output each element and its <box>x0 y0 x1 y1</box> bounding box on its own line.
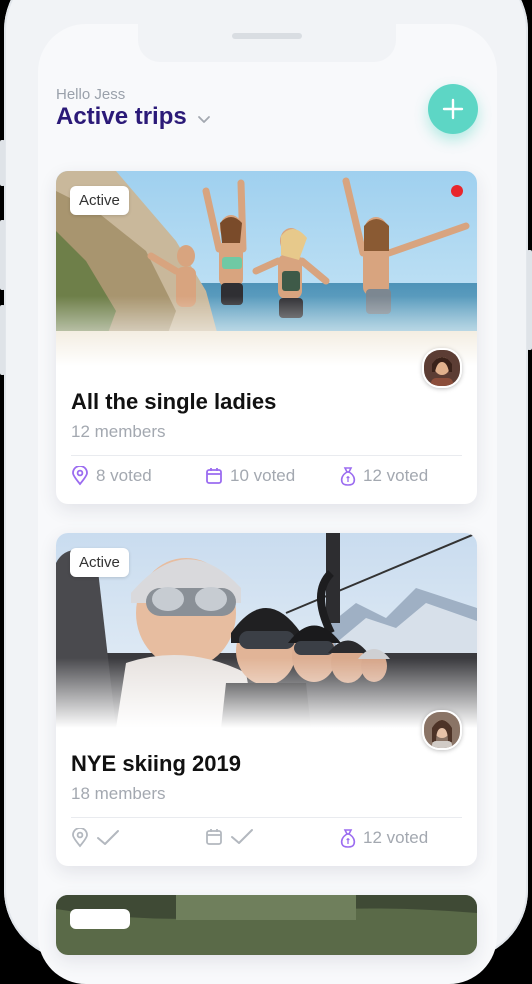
notification-dot <box>451 185 463 197</box>
divider <box>71 455 462 456</box>
checkmark-icon <box>231 829 253 844</box>
trip-members-count: 18 members <box>71 784 166 803</box>
money-bag-icon <box>340 829 356 848</box>
location-pin-icon <box>72 466 88 486</box>
calendar-icon <box>206 829 222 845</box>
phone-notch <box>138 24 396 62</box>
greeting-text: Hello Jess <box>56 86 126 103</box>
status-badge <box>70 909 130 929</box>
divider <box>71 817 462 818</box>
trip-title: All the single ladies <box>71 389 277 414</box>
location-vote-stat[interactable]: 8 voted <box>71 466 152 486</box>
trip-members-count: 12 members <box>71 422 166 441</box>
avatar[interactable] <box>422 348 462 388</box>
chevron-down-icon[interactable] <box>195 110 213 128</box>
date-vote-label: 10 voted <box>230 466 296 485</box>
phone-side-button <box>527 250 532 350</box>
trip-filter-title[interactable]: Active trips <box>56 103 187 131</box>
avatar[interactable] <box>422 710 462 750</box>
plus-icon <box>442 98 464 120</box>
checkmark-icon <box>97 830 119 845</box>
trip-card[interactable]: Active NYE skiing 2019 18 members 12 vot… <box>56 533 477 866</box>
calendar-icon <box>206 468 222 484</box>
trip-title: NYE skiing 2019 <box>71 751 241 776</box>
phone-side-button <box>0 305 5 375</box>
phone-side-button <box>0 220 5 290</box>
location-pin-icon <box>72 828 88 848</box>
phone-side-button <box>0 140 5 186</box>
phone-speaker <box>232 33 302 39</box>
photo-fade <box>56 296 477 366</box>
location-vote-label: 8 voted <box>96 466 152 485</box>
budget-vote-stat[interactable]: 12 voted <box>340 828 428 848</box>
budget-vote-stat[interactable]: 12 voted <box>340 466 428 486</box>
add-trip-button[interactable] <box>428 84 478 134</box>
trip-card[interactable]: Active All the single ladies 12 members … <box>56 171 477 504</box>
date-vote-stat[interactable] <box>205 828 254 846</box>
date-vote-stat[interactable]: 10 voted <box>205 466 295 486</box>
location-vote-stat[interactable] <box>71 828 120 848</box>
photo-fade <box>56 658 477 728</box>
status-badge: Active <box>70 186 129 215</box>
status-badge: Active <box>70 548 129 577</box>
budget-vote-label: 12 voted <box>363 466 429 485</box>
budget-vote-label: 12 voted <box>363 828 429 847</box>
money-bag-icon <box>340 467 356 486</box>
trip-card[interactable] <box>56 895 477 955</box>
